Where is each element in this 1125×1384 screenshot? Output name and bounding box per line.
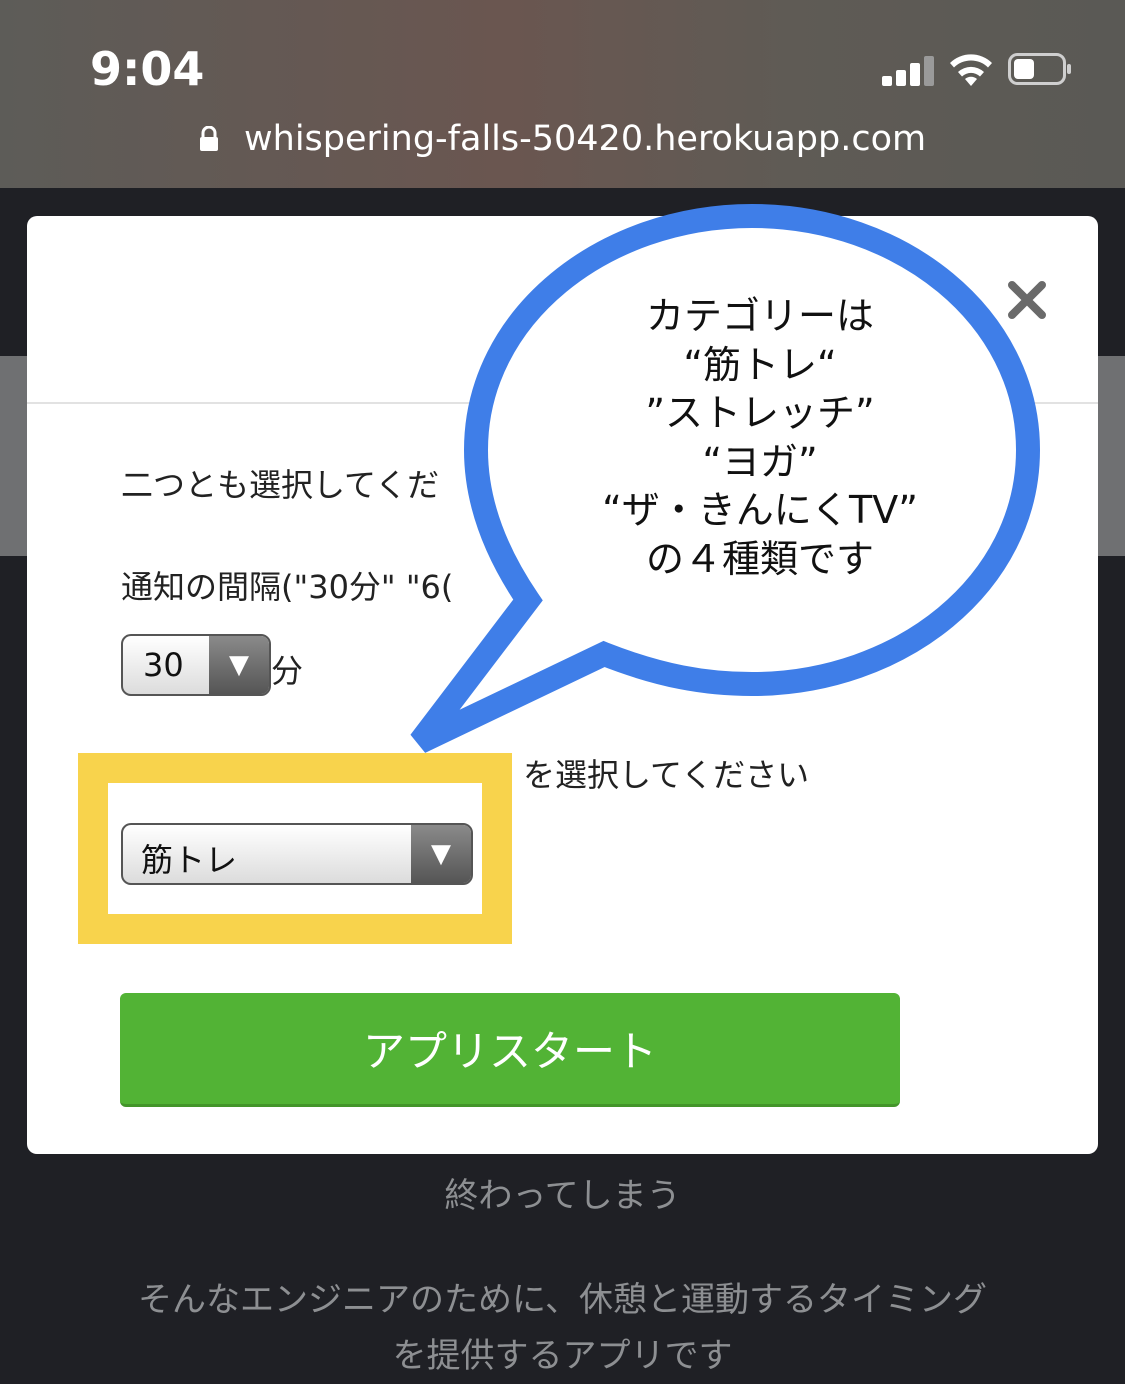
close-icon[interactable] bbox=[1003, 276, 1051, 324]
url-bar[interactable]: whispering-falls-50420.herokuapp.com bbox=[0, 118, 1125, 159]
lock-icon bbox=[199, 126, 218, 151]
background-text: 終わってしまう bbox=[444, 1176, 681, 1216]
dropdown-arrow-icon: ▼ bbox=[209, 636, 269, 694]
interval-label: 通知の間隔("30分" "6( bbox=[121, 568, 454, 606]
category-label: を選択してください bbox=[523, 756, 810, 794]
battery-icon bbox=[1008, 53, 1071, 85]
category-value: 筋トレ bbox=[141, 841, 238, 879]
app-start-button[interactable]: アプリスタート bbox=[120, 993, 900, 1107]
browser-top-bar: 9:04 whispering-falls-50420.herokuapp.co… bbox=[0, 0, 1125, 188]
callout-line: カテゴリーは bbox=[645, 294, 874, 338]
callout-line: “ヨガ” bbox=[702, 439, 818, 484]
dropdown-arrow-icon: ▼ bbox=[411, 825, 471, 883]
callout-line: “ザ・きんにくTV” bbox=[602, 488, 918, 532]
status-time: 9:04 bbox=[90, 42, 205, 96]
callout-line: ”ストレッチ” bbox=[645, 391, 875, 435]
callout-line: の４種類です bbox=[645, 536, 874, 581]
cellular-signal-icon bbox=[882, 56, 934, 86]
background-description-line: そんなエンジニアのために、休憩と運動するタイミング bbox=[138, 1280, 987, 1320]
instruction-text: 二つとも選択してくだ bbox=[121, 466, 440, 504]
interval-unit: 分 bbox=[271, 652, 304, 690]
wifi-icon bbox=[950, 54, 992, 86]
background-description-line: を提供するアプリです bbox=[392, 1336, 733, 1376]
interval-value: 30 bbox=[143, 646, 184, 684]
url-text: whispering-falls-50420.herokuapp.com bbox=[244, 119, 927, 159]
callout-text: カテゴリーは “筋トレ“ ”ストレッチ” “ヨガ” “ザ・きんにくTV” の４種… bbox=[560, 292, 960, 583]
callout-line: “筋トレ“ bbox=[683, 342, 837, 387]
background-description: そんなエンジニアのために、休憩と運動するタイミング を提供するアプリです bbox=[0, 1272, 1125, 1384]
interval-select[interactable]: 30 ▼ bbox=[121, 634, 271, 696]
category-select[interactable]: 筋トレ ▼ bbox=[121, 823, 473, 885]
